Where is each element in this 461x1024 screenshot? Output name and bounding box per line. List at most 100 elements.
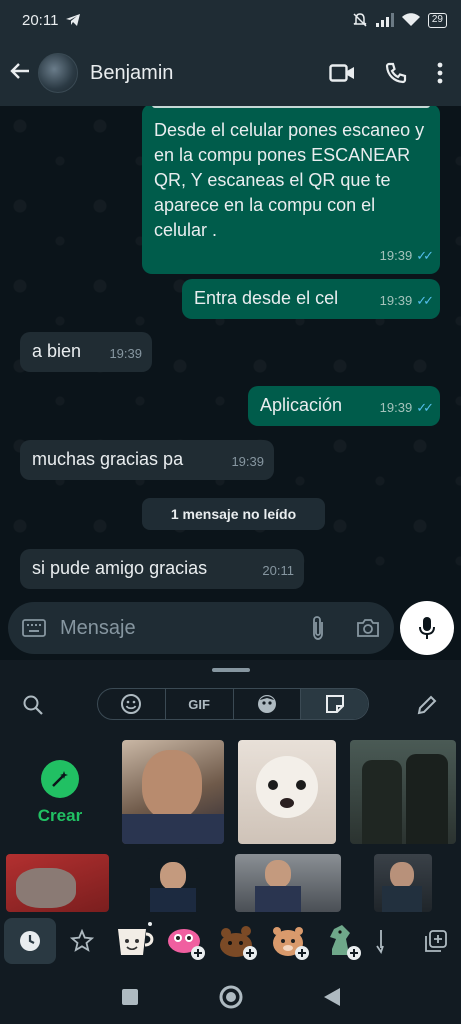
sticker-dog-nose: [280, 798, 294, 808]
create-sticker-label: Crear: [37, 806, 83, 825]
status-bar: 20:11 29: [0, 0, 461, 40]
bear-sticker-icon: [220, 926, 257, 960]
coffee-cup-sticker-icon: [118, 922, 154, 955]
keyboard-icon[interactable]: [22, 619, 46, 637]
tab-avatar[interactable]: [234, 689, 302, 719]
sticker[interactable]: [235, 854, 341, 912]
search-icon[interactable]: [22, 694, 44, 716]
sticker[interactable]: [238, 740, 336, 844]
attach-icon[interactable]: [310, 615, 326, 641]
back-triangle-icon[interactable]: [323, 987, 341, 1007]
sticker-figure: [362, 760, 402, 844]
sticker-pack-hamster[interactable]: [264, 918, 316, 964]
gif-label: GIF: [188, 696, 210, 712]
sticker-figure-body: [150, 888, 196, 912]
recents-square-icon[interactable]: [121, 988, 139, 1006]
tab-stickers[interactable]: [301, 689, 368, 719]
read-receipt-icon: ✓✓: [416, 248, 434, 263]
magic-wand-icon: [52, 771, 68, 787]
pencil-edit-icon[interactable]: [416, 694, 438, 716]
sticker-figure-body: [255, 886, 301, 912]
emoji-icon: [121, 694, 142, 714]
sticker[interactable]: [122, 740, 224, 844]
sticker-figure-body: [382, 886, 422, 912]
message-time: 19:39: [109, 346, 142, 361]
message-text: si pude amigo gracias: [32, 558, 208, 578]
incoming-message[interactable]: si pude amigo gracias 20:11: [20, 549, 304, 589]
pink-creature-sticker-icon: [168, 929, 205, 960]
sticker[interactable]: [350, 740, 456, 844]
sticker[interactable]: [6, 854, 109, 912]
message-time: 19:39: [379, 248, 413, 263]
outgoing-message[interactable]: Aplicación 19:39 ✓✓: [248, 386, 440, 426]
sticker-figure: [160, 862, 186, 890]
phone-call-icon[interactable]: [385, 62, 407, 84]
panel-drag-handle[interactable]: [212, 668, 250, 672]
sticker-pack-bear[interactable]: [212, 918, 264, 964]
home-circle-icon[interactable]: [219, 985, 243, 1009]
wifi-icon: [401, 13, 420, 26]
sticker-figure: [406, 754, 448, 844]
sticker-pack-coffee[interactable]: [108, 918, 160, 964]
sticker-pack-pink[interactable]: [160, 918, 212, 964]
video-call-icon[interactable]: [329, 64, 355, 82]
sticker[interactable]: [146, 858, 200, 912]
sticker-store-button[interactable]: [417, 918, 455, 964]
chess-knight-sticker-icon: [330, 925, 361, 960]
sticker[interactable]: [374, 854, 432, 912]
camera-icon[interactable]: [356, 618, 380, 638]
sticker-animal: [16, 868, 76, 908]
signal-icon: [375, 13, 394, 27]
read-receipt-icon: ✓✓: [416, 400, 434, 415]
star-icon: [70, 929, 94, 952]
incoming-message[interactable]: a bien 19:39: [20, 332, 152, 372]
sticker-category-bar: [0, 912, 461, 970]
tab-gif[interactable]: GIF: [166, 689, 234, 719]
message-placeholder: Mensaje: [60, 616, 136, 639]
hamster-sticker-icon: [273, 927, 309, 960]
more-options-icon[interactable]: [437, 62, 443, 84]
create-sticker-button[interactable]: Crear: [28, 760, 92, 826]
recent-stickers-tab[interactable]: [4, 918, 56, 964]
sticker-icon: [325, 695, 344, 713]
voice-message-button[interactable]: [400, 601, 454, 655]
telegram-icon: [66, 14, 81, 26]
sticker-pack-partial[interactable]: [368, 918, 392, 964]
outgoing-message[interactable]: Desde el celular pones escaneo y en la c…: [142, 106, 440, 274]
sticker-figure: [390, 862, 414, 888]
message-text: Desde el celular pones escaneo y en la c…: [154, 120, 425, 240]
avatar-icon: [257, 695, 276, 713]
outgoing-message[interactable]: Entra desde el cel 19:39 ✓✓: [182, 279, 440, 319]
unread-messages-divider: 1 mensaje no leído: [142, 498, 325, 530]
clock-icon: [20, 931, 40, 951]
incoming-message[interactable]: muchas gracias pa 19:39: [20, 440, 274, 480]
sticker-dog-eye: [268, 780, 278, 790]
avatar[interactable]: [38, 53, 78, 93]
status-time: 20:11: [22, 11, 59, 29]
tab-emoji[interactable]: [98, 689, 166, 719]
favorite-stickers-tab[interactable]: [56, 918, 108, 964]
mute-bell-icon: [353, 13, 367, 27]
add-sticker-pack-icon: [425, 930, 447, 952]
quoted-preview-strip: [152, 106, 430, 108]
back-arrow-icon[interactable]: [2, 59, 38, 87]
composer: Mensaje: [0, 598, 461, 660]
sticker-figure: [142, 750, 202, 820]
sticker-figure-body: [122, 814, 224, 844]
sticker-pack-chess[interactable]: [316, 918, 368, 964]
message-time: 20:11: [262, 563, 294, 578]
message-text: Entra desde el cel: [194, 288, 339, 308]
battery-indicator: 29: [427, 12, 447, 28]
message-text: a bien: [32, 341, 82, 361]
sticker-panel: GIF Crear: [0, 660, 461, 970]
message-time: 19:39: [379, 400, 413, 415]
chat-header: Benjamin: [0, 40, 461, 106]
system-nav-bar: [0, 970, 461, 1024]
chat-area: Desde el celular pones escaneo y en la c…: [0, 106, 461, 598]
sticker-figure: [265, 860, 291, 888]
contact-name[interactable]: Benjamin: [90, 62, 173, 85]
panel-tabs: GIF: [97, 688, 369, 720]
message-input[interactable]: Mensaje: [8, 602, 394, 654]
message-text: muchas gracias pa: [32, 449, 184, 469]
read-receipt-icon: ✓✓: [416, 293, 434, 308]
